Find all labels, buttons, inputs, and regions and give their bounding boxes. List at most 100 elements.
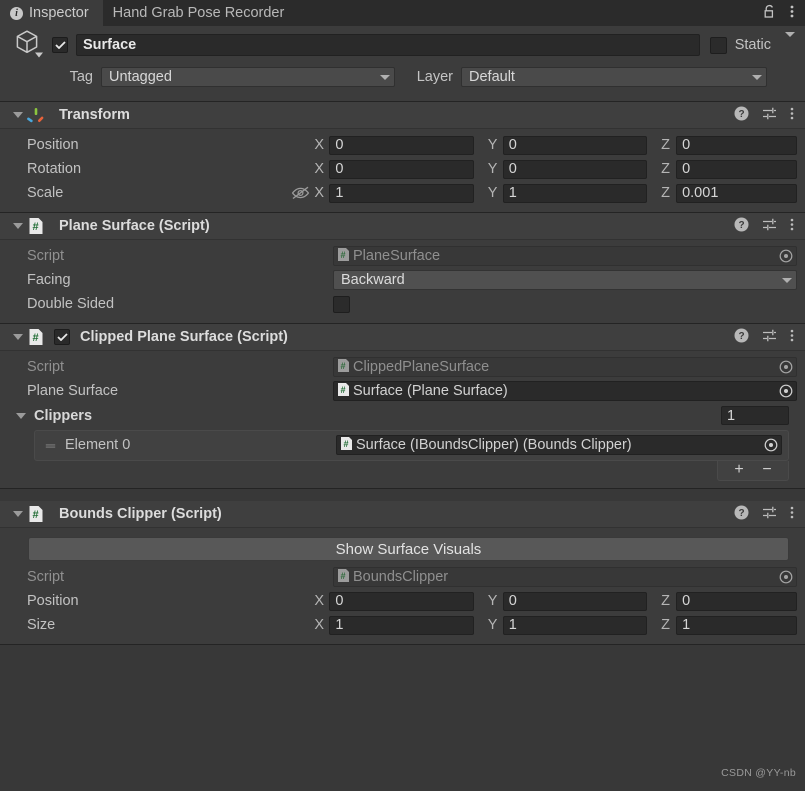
bounds-clipper-size-z-input[interactable]: 1 [676, 615, 798, 635]
svg-text:?: ? [738, 109, 744, 120]
transform-rotation-x-input[interactable]: 0 [329, 159, 474, 179]
transform-scale-label: Scale [27, 185, 64, 201]
tab-inspector[interactable]: i Inspector [0, 0, 103, 26]
svg-text:?: ? [738, 508, 744, 519]
add-element-button[interactable]: + [732, 462, 746, 478]
tag-dropdown[interactable]: Untagged [101, 67, 395, 87]
chevron-down-icon [380, 74, 390, 80]
component-clipped-plane-surface-body: Script # ClippedPlaneSurface Plane Surfa… [0, 351, 805, 488]
clippers-element-0-label: Element 0 [65, 437, 131, 453]
lock-open-icon[interactable] [763, 4, 776, 23]
cs-script-icon: # [27, 328, 45, 346]
bounds-clipper-position-z-input[interactable]: 0 [676, 591, 798, 611]
object-picker-icon[interactable] [762, 437, 779, 454]
gameobject-name-input[interactable]: Surface [76, 34, 700, 56]
preset-slider-icon[interactable] [762, 505, 777, 524]
svg-text:?: ? [738, 331, 744, 342]
svg-text:#: # [32, 221, 38, 233]
gameobject-enabled-checkbox[interactable] [52, 37, 68, 53]
clipped-plane-surface-plane-surface-field[interactable]: # Surface (Plane Surface) [333, 381, 797, 401]
show-surface-visuals-button[interactable]: Show Surface Visuals [28, 537, 789, 561]
component-plane-surface-actions: ? [734, 217, 794, 236]
axis-x-label: X [314, 185, 324, 201]
kebab-menu-icon[interactable] [790, 505, 794, 524]
cs-script-icon: # [337, 358, 350, 377]
bounds-clipper-position-y-input[interactable]: 0 [502, 591, 648, 611]
transform-position-z-input[interactable]: 0 [676, 135, 798, 155]
component-clipped-plane-surface-enabled-checkbox[interactable] [54, 329, 70, 345]
component-transform-body: Position X 0 Y 0 Z 0 Rotation X 0 Y 0 Z … [0, 129, 805, 212]
static-checkbox[interactable] [709, 36, 727, 54]
svg-text:#: # [32, 509, 38, 521]
transform-scale-y-input[interactable]: 1 [502, 183, 648, 203]
axis-y-label: Y [487, 161, 498, 177]
static-label: Static [734, 37, 771, 53]
component-transform-header[interactable]: Transform ? [0, 102, 805, 129]
plane-surface-double-sided-checkbox[interactable] [333, 295, 350, 313]
kebab-menu-icon[interactable] [790, 4, 794, 23]
transform-position-row: Position X 0 Y 0 Z 0 [8, 133, 798, 157]
help-icon[interactable]: ? [734, 217, 749, 236]
svg-text:#: # [340, 571, 345, 581]
axis-x-label: X [314, 593, 324, 609]
preset-slider-icon[interactable] [762, 217, 777, 236]
cs-script-icon: # [337, 382, 350, 401]
chevron-down-icon [752, 74, 762, 80]
cs-script-icon: # [337, 247, 350, 266]
clippers-array-footer: + − [16, 461, 789, 481]
plane-surface-script-value: PlaneSurface [353, 248, 441, 264]
drag-handle-icon[interactable]: ═ [41, 438, 59, 453]
component-plane-surface-title: Plane Surface (Script) [59, 218, 210, 234]
list-item[interactable]: ═ Element 0 # Surface (IBoundsClipper) (… [41, 434, 782, 456]
transform-rotation-z-input[interactable]: 0 [676, 159, 798, 179]
bounds-clipper-size-label: Size [27, 617, 56, 633]
object-picker-icon[interactable] [777, 383, 794, 400]
clippers-array-foldout[interactable]: Clippers [8, 408, 721, 424]
foldout-triangle-icon[interactable] [9, 112, 27, 118]
remove-element-button[interactable]: − [760, 462, 774, 478]
foldout-triangle-icon[interactable] [9, 223, 27, 229]
kebab-menu-icon[interactable] [790, 217, 794, 236]
preset-slider-icon[interactable] [762, 106, 777, 125]
preset-slider-icon[interactable] [762, 328, 777, 347]
transform-gizmo-icon [27, 106, 45, 124]
help-icon[interactable]: ? [734, 328, 749, 347]
cs-script-icon: # [27, 505, 45, 523]
plane-surface-facing-dropdown[interactable]: Backward [333, 270, 797, 290]
object-picker-icon[interactable] [777, 569, 794, 586]
layer-label: Layer [416, 69, 453, 85]
help-icon[interactable]: ? [734, 505, 749, 524]
foldout-triangle-icon[interactable] [9, 334, 27, 340]
static-dropdown-chevron-down-icon[interactable] [785, 31, 795, 54]
layer-dropdown[interactable]: Default [461, 67, 767, 87]
clipped-plane-surface-script-row: Script # ClippedPlaneSurface [8, 355, 797, 379]
clippers-element-0-field[interactable]: # Surface (IBoundsClipper) (Bounds Clipp… [336, 435, 782, 455]
transform-rotation-y-input[interactable]: 0 [502, 159, 648, 179]
bounds-clipper-position-x-input[interactable]: 0 [329, 591, 474, 611]
cube-gameobject-icon[interactable] [8, 28, 52, 62]
eye-off-icon[interactable] [287, 186, 314, 200]
component-clipped-plane-surface-header[interactable]: # Clipped Plane Surface (Script) ? [0, 324, 805, 351]
foldout-triangle-icon[interactable] [9, 511, 27, 517]
component-clipped-plane-surface-title: Clipped Plane Surface (Script) [80, 329, 288, 345]
bounds-clipper-size-row: Size X 1 Y 1 Z 1 [8, 613, 798, 637]
component-bounds-clipper-header[interactable]: # Bounds Clipper (Script) ? [0, 501, 805, 528]
svg-text:?: ? [738, 220, 744, 231]
object-picker-icon[interactable] [777, 248, 794, 265]
component-bounds-clipper-title: Bounds Clipper (Script) [59, 506, 222, 522]
transform-position-y-input[interactable]: 0 [502, 135, 648, 155]
tab-hand-grab-pose-recorder[interactable]: Hand Grab Pose Recorder [102, 0, 299, 26]
transform-scale-x-input[interactable]: 1 [329, 183, 474, 203]
kebab-menu-icon[interactable] [790, 106, 794, 125]
bounds-clipper-size-x-input[interactable]: 1 [329, 615, 474, 635]
help-icon[interactable]: ? [734, 106, 749, 125]
object-picker-icon[interactable] [777, 359, 794, 376]
window-tab-bar: i Inspector Hand Grab Pose Recorder [0, 0, 805, 26]
transform-scale-z-input[interactable]: 0.001 [676, 183, 798, 203]
clippers-array-size-input[interactable]: 1 [721, 406, 789, 425]
component-plane-surface-header[interactable]: # Plane Surface (Script) ? [0, 213, 805, 240]
kebab-menu-icon[interactable] [790, 328, 794, 347]
bounds-clipper-script-row: Script # BoundsClipper [8, 565, 797, 589]
transform-position-x-input[interactable]: 0 [329, 135, 474, 155]
bounds-clipper-size-y-input[interactable]: 1 [502, 615, 648, 635]
